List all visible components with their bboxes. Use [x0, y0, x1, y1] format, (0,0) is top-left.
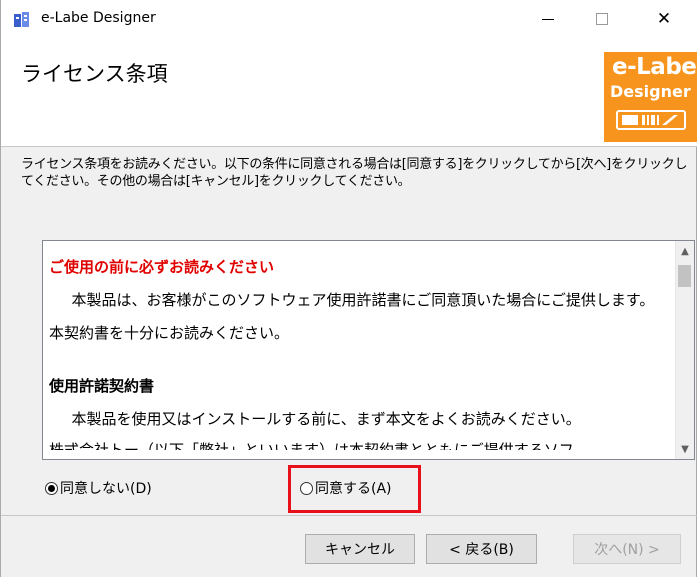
highlight-annotation: [288, 465, 421, 513]
close-button[interactable]: ✕: [641, 0, 687, 38]
radio-checked-icon[interactable]: [45, 481, 58, 495]
product-logo: e-Labe Designer: [604, 52, 697, 142]
license-paragraph: 本製品を使用又はインストールする前に、まず本文をよくお読みください。: [71, 410, 581, 428]
decline-radio-option[interactable]: 同意しない(D): [45, 478, 152, 498]
license-section-title: 使用許諾契約書: [49, 377, 155, 395]
license-paragraph: 本製品は、お客様がこのソフトウェア使用許諾書にご同意頂いた場合にご提供します。本…: [49, 291, 655, 342]
page-title: ライセンス条項: [21, 62, 168, 86]
next-button[interactable]: 次へ(N) >: [573, 534, 681, 564]
license-content: ご使用の前に必ずお読みください 本製品は、お客様がこのソフトウェア使用許諾書にご…: [49, 251, 664, 450]
license-text-box[interactable]: ご使用の前に必ずお読みください 本製品は、お客様がこのソフトウェア使用許諾書にご…: [42, 240, 695, 460]
installer-window: e-Labe Designer ✕ ライセンス条項 e-Labe Designe…: [0, 0, 697, 577]
app-icon: [14, 12, 29, 27]
scroll-thumb[interactable]: [678, 265, 691, 287]
footer-divider: [1, 515, 697, 516]
license-partial-line: 株式会社トー（以下「弊社」といいます）は本契約書とともにご提供するソフ: [49, 441, 574, 450]
back-button[interactable]: < 戻る(B): [426, 534, 537, 564]
logo-text-line1: e-Labe: [612, 54, 697, 80]
scroll-down-icon[interactable]: ▼: [676, 439, 694, 459]
maximize-button[interactable]: [579, 0, 625, 38]
minimize-button[interactable]: [525, 0, 571, 38]
decline-label: 同意しない(D): [60, 481, 152, 497]
minimize-icon: [542, 18, 554, 20]
window-title: e-Labe Designer: [41, 10, 156, 26]
barcode-icon: [616, 110, 686, 130]
instructions-text: ライセンス条項をお読みください。以下の条件に同意される場合は[同意する]をクリッ…: [21, 157, 688, 189]
title-bar: e-Labe Designer ✕: [1, 0, 697, 38]
scroll-up-icon[interactable]: ▲: [676, 241, 694, 261]
maximize-icon: [596, 13, 608, 25]
logo-text-line2: Designer: [610, 82, 691, 101]
vertical-scrollbar[interactable]: ▲ ▼: [675, 241, 694, 459]
license-heading: ご使用の前に必ずお読みください: [49, 258, 275, 276]
cancel-button[interactable]: キャンセル: [305, 534, 415, 564]
close-icon: ✕: [656, 9, 672, 29]
wizard-header: ライセンス条項 e-Labe Designer: [1, 38, 697, 147]
